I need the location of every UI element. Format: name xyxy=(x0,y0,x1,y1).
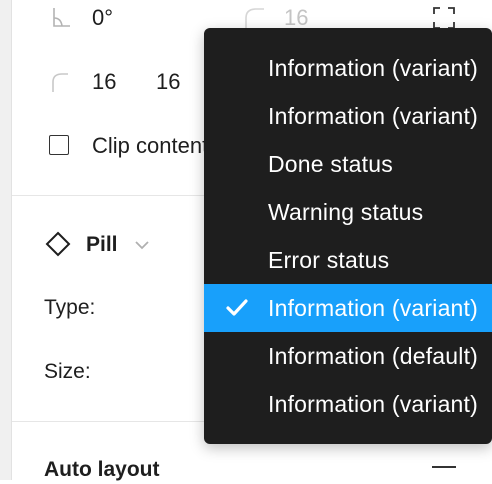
menu-item-label: Information (variant) xyxy=(268,103,478,129)
menu-item-label: Information (variant) xyxy=(268,295,478,321)
type-property-label: Type: xyxy=(44,296,96,319)
independent-corners-icon[interactable] xyxy=(432,6,456,30)
menu-item-label: Information (variant) xyxy=(268,55,478,81)
menu-item-label: Done status xyxy=(268,151,393,177)
checkmark-icon xyxy=(226,299,248,316)
menu-item[interactable]: Error status xyxy=(204,236,492,284)
menu-item-label: Warning status xyxy=(268,199,424,225)
menu-item-selected[interactable]: Information (variant) xyxy=(204,284,492,332)
variant-dropdown-menu: Information (variant) Information (varian… xyxy=(204,28,492,444)
menu-item[interactable]: Information (variant) xyxy=(204,380,492,428)
corner-radius-icon xyxy=(245,8,264,28)
rotation-value[interactable]: 0° xyxy=(92,4,113,32)
corner-top-left-value[interactable]: 16 xyxy=(92,68,116,96)
size-property-label: Size: xyxy=(44,360,91,383)
menu-item-label: Error status xyxy=(268,247,390,273)
chevron-down-icon[interactable] xyxy=(134,238,150,252)
menu-item-label: Information (default) xyxy=(268,343,479,369)
clip-content-checkbox[interactable] xyxy=(49,135,69,155)
menu-item[interactable]: Information (default) xyxy=(204,332,492,380)
corner-top-left-icon xyxy=(52,73,68,92)
menu-item[interactable]: Done status xyxy=(204,140,492,188)
menu-item[interactable]: Information (variant) xyxy=(204,44,492,92)
rotation-angle-icon xyxy=(53,8,70,27)
remove-auto-layout-icon[interactable] xyxy=(432,466,456,468)
component-instance-icon xyxy=(45,231,71,257)
menu-item[interactable]: Information (variant) xyxy=(204,92,492,140)
component-name[interactable]: Pill xyxy=(86,231,118,259)
clip-content-label[interactable]: Clip content xyxy=(92,132,204,160)
menu-item[interactable]: Warning status xyxy=(204,188,492,236)
corner-top-right-value[interactable]: 16 xyxy=(156,68,180,96)
menu-item-label: Information (variant) xyxy=(268,391,478,417)
